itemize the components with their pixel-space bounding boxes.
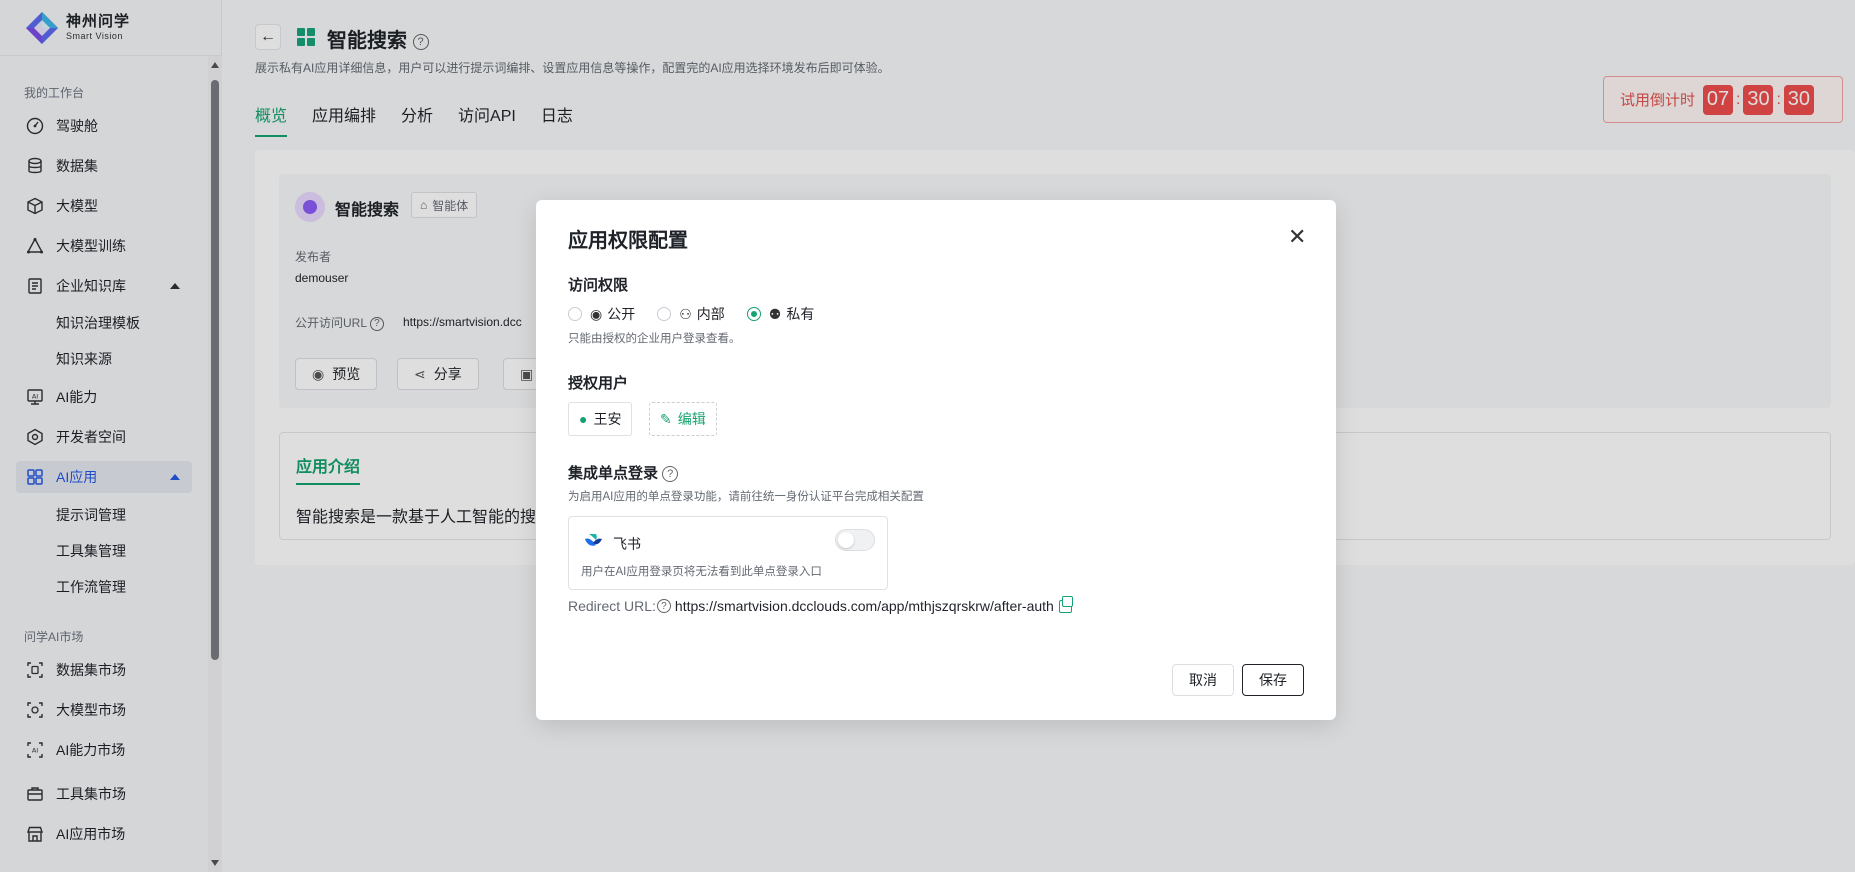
- access-option-label: 公开: [607, 306, 636, 322]
- copy-icon[interactable]: [1058, 595, 1073, 613]
- auth-user-chip[interactable]: ● 王安: [568, 402, 633, 436]
- auth-users-title: 授权用户: [568, 375, 629, 392]
- edit-label: 编辑: [677, 411, 706, 427]
- edit-icon: ✎: [660, 410, 672, 427]
- help-icon[interactable]: ?: [662, 466, 679, 483]
- redirect-url: https://smartvision.dcclouds.com/app/mth…: [674, 598, 1054, 614]
- help-icon[interactable]: ?: [656, 599, 671, 613]
- eye-icon: ◉: [590, 305, 603, 322]
- user-icon: ●: [579, 411, 588, 427]
- auth-user-name: 王安: [593, 411, 622, 427]
- edit-users-button[interactable]: ✎ 编辑: [649, 402, 717, 436]
- feishu-logo-icon: [583, 531, 603, 551]
- access-radio-group: ◉ 公开 ⚇ 内部 ⚉ 私有: [568, 304, 836, 324]
- access-option-internal[interactable]: ⚇ 内部: [657, 304, 725, 324]
- radio-internal[interactable]: [657, 307, 672, 321]
- sso-title-text: 集成单点登录: [568, 465, 659, 482]
- users-icon: ⚉: [768, 305, 782, 322]
- save-button[interactable]: 保存: [1242, 664, 1304, 696]
- user-lock-icon: ⚇: [679, 305, 692, 322]
- access-option-public[interactable]: ◉ 公开: [568, 304, 635, 324]
- access-option-label: 私有: [786, 306, 815, 322]
- sso-description: 用户在AI应用登录页将无法看到此单点登录入口: [581, 566, 822, 578]
- redirect-url-row: Redirect URL: ? https://smartvision.dccl…: [568, 595, 1073, 614]
- access-title: 访问权限: [568, 277, 629, 294]
- cancel-button[interactable]: 取消: [1172, 664, 1234, 696]
- access-option-label: 内部: [696, 306, 725, 322]
- radio-private[interactable]: [746, 307, 761, 321]
- sso-toggle[interactable]: [835, 529, 875, 551]
- sso-provider-name: 飞书: [613, 536, 641, 552]
- access-hint: 只能由授权的企业用户登录查看。: [568, 333, 741, 345]
- close-icon[interactable]: ✕: [1288, 226, 1306, 248]
- modal-title: 应用权限配置: [568, 230, 688, 252]
- sso-feishu-card: 飞书 用户在AI应用登录页将无法看到此单点登录入口: [568, 516, 888, 590]
- sso-title: 集成单点登录 ?: [568, 462, 679, 483]
- radio-public[interactable]: [568, 307, 582, 321]
- redirect-label: Redirect URL:: [568, 598, 656, 614]
- sso-hint: 为启用AI应用的单点登录功能，请前往统一身份认证平台完成相关配置: [568, 491, 924, 503]
- permission-modal: 应用权限配置 ✕ 访问权限 ◉ 公开 ⚇ 内部 ⚉ 私有 只能由授权的企业用户登…: [536, 200, 1336, 720]
- access-option-private[interactable]: ⚉ 私有: [746, 304, 815, 324]
